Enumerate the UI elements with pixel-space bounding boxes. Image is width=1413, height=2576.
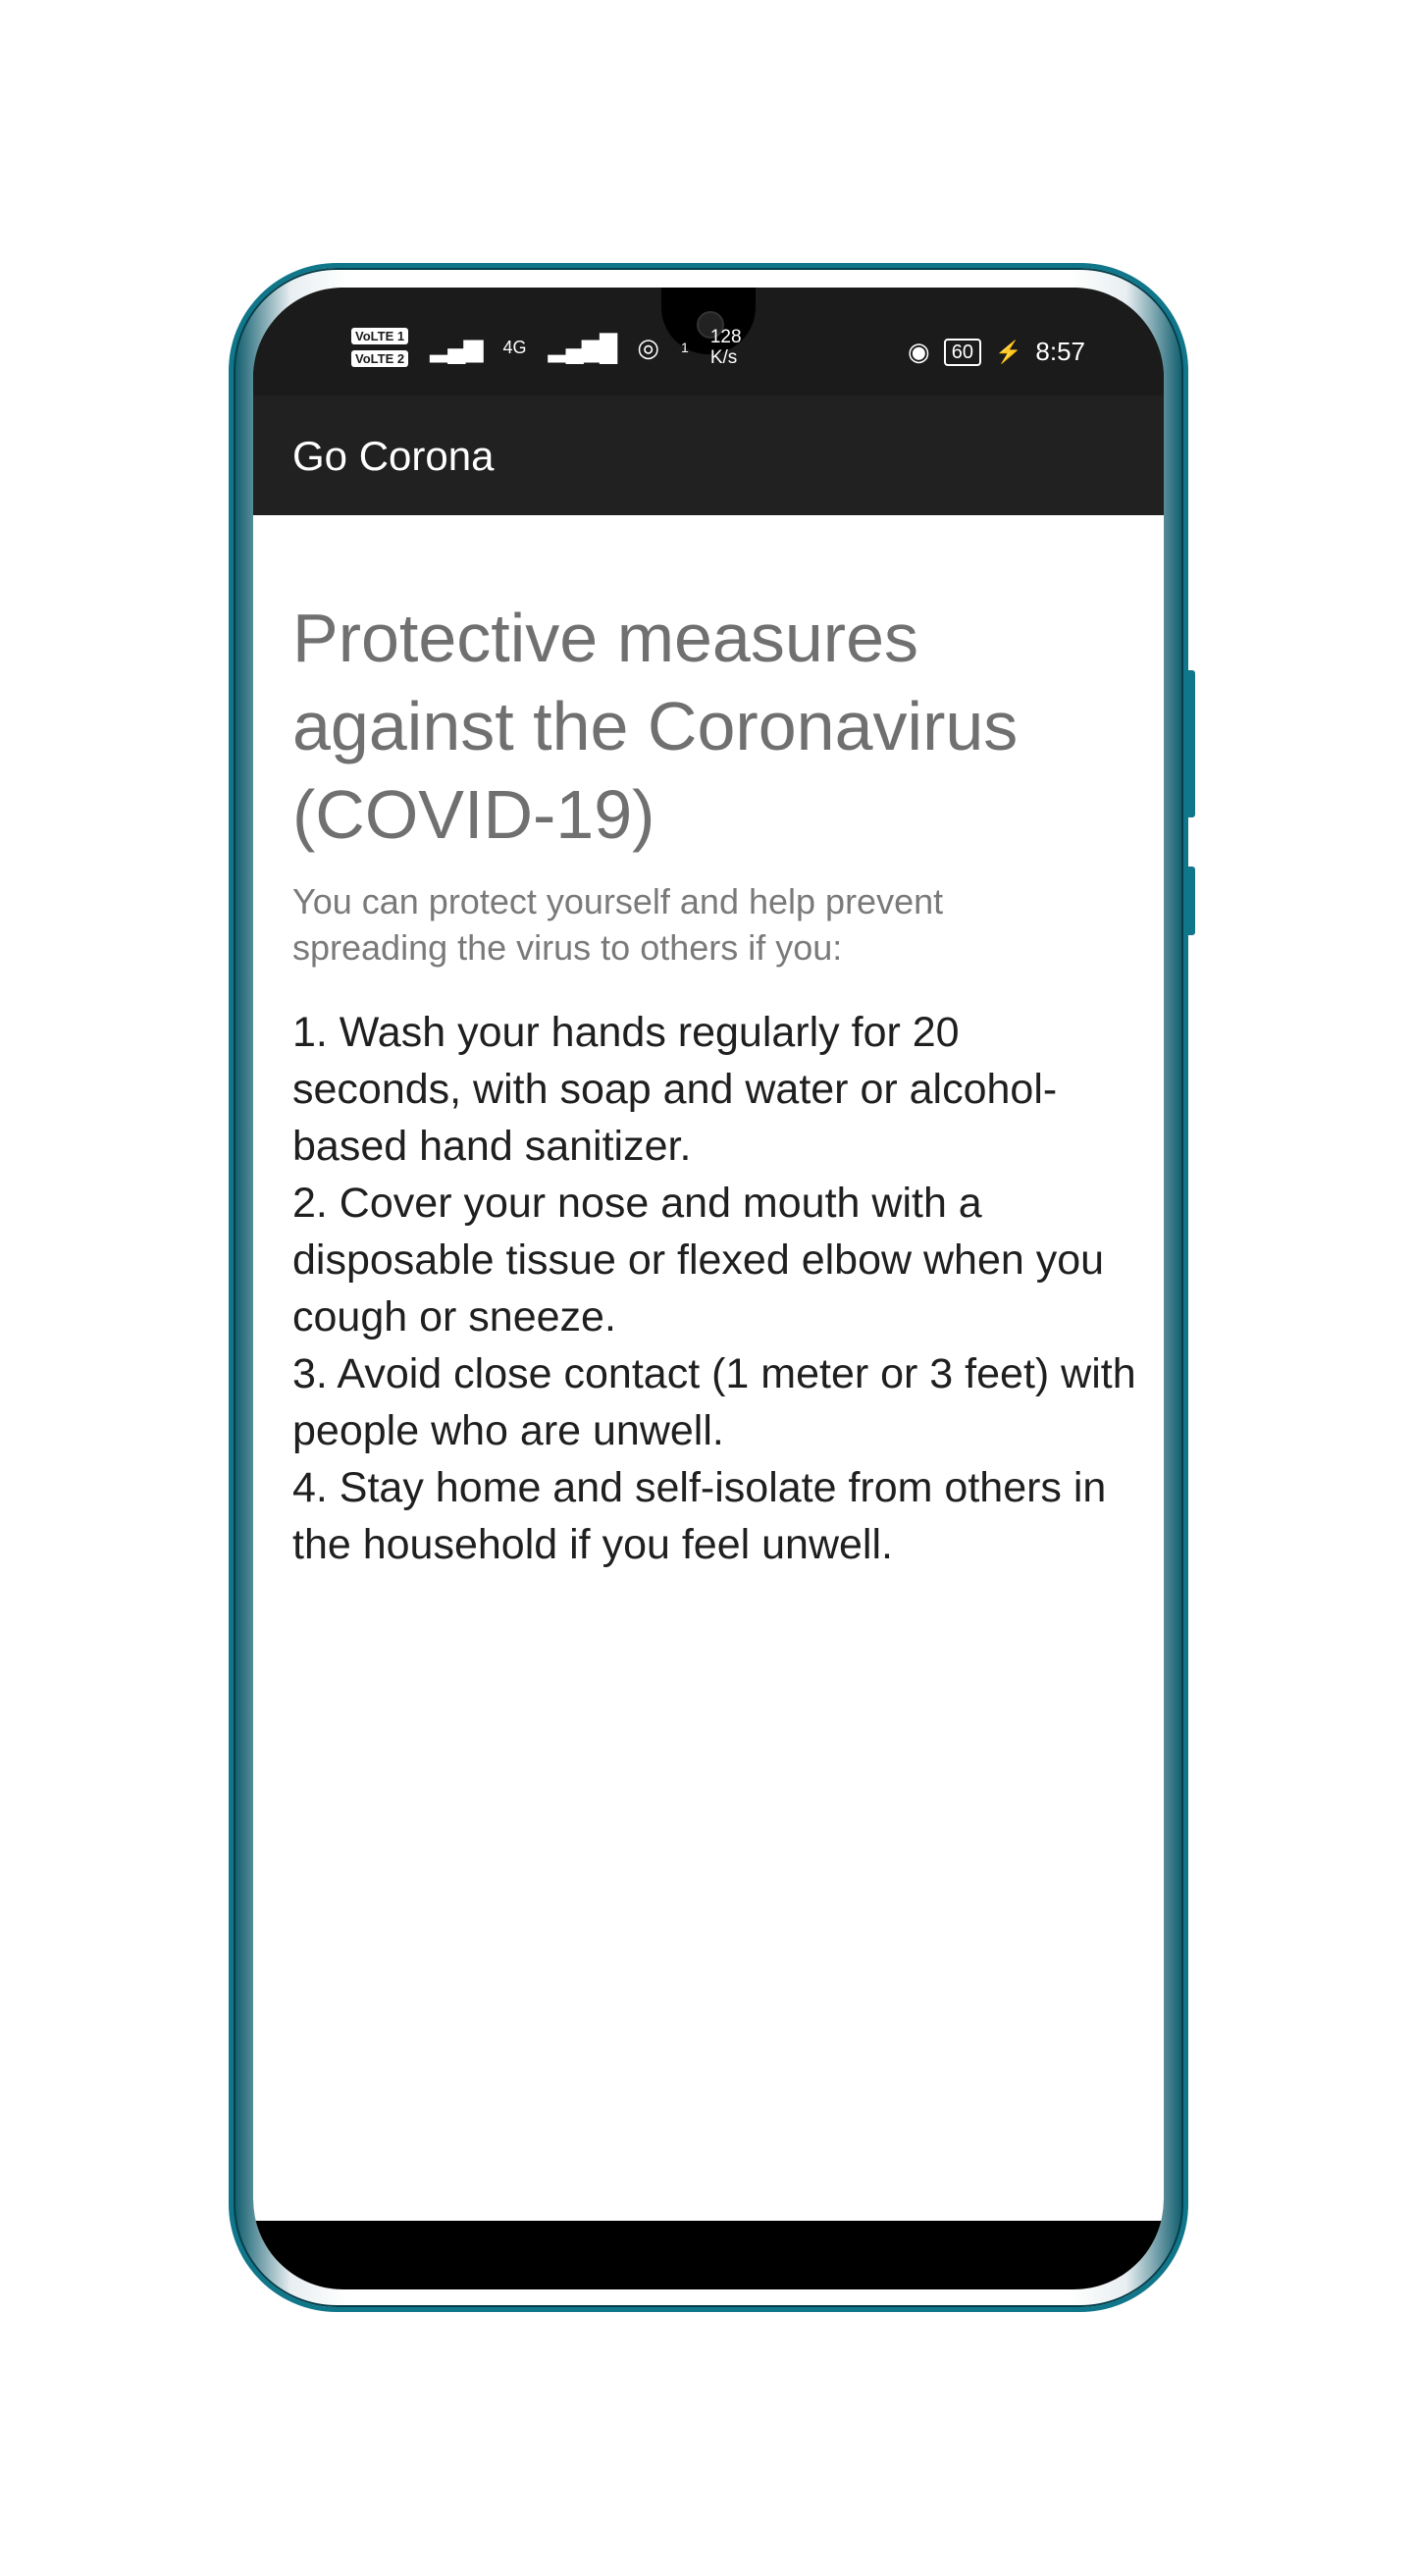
clock: 8:57	[1035, 337, 1085, 366]
data-speed-unit: K/s	[709, 347, 738, 368]
volte-badges: VoLTE 1 VoLTE 2	[351, 328, 409, 367]
bottom-bezel	[253, 2221, 1164, 2289]
network-type: 4G	[502, 337, 527, 357]
data-speed: 128 K/s	[710, 327, 742, 368]
hotspot-count: 1	[681, 340, 689, 355]
page-heading: Protective measures against the Coronavi…	[292, 600, 1019, 853]
app-title: Go Corona	[292, 433, 495, 479]
data-speed-value: 128	[709, 327, 742, 347]
status-bar: VoLTE 1 VoLTE 2 ▂▄▆ 4G ▂▄▆█ ◎ 1 128 K/s …	[253, 288, 1164, 395]
signal-icon: ▂▄▆█	[548, 332, 618, 362]
power-button	[1185, 867, 1195, 935]
charging-icon: ⚡	[994, 339, 1022, 364]
protective-measures-list: 1. Wash your hands regularly for 20 seco…	[292, 1009, 1136, 1568]
page-subtitle: You can protect yourself and help preven…	[292, 881, 944, 968]
volte-1-badge: VoLTE 1	[351, 328, 409, 344]
status-right: ◉ 60 ⚡ 8:57	[908, 337, 1085, 367]
hotspot-icon: ◎	[637, 332, 660, 362]
app-bar: Go Corona	[253, 395, 1164, 515]
phone-screen: VoLTE 1 VoLTE 2 ▂▄▆ 4G ▂▄▆█ ◎ 1 128 K/s …	[253, 288, 1164, 2289]
volume-button	[1185, 670, 1195, 817]
status-left: VoLTE 1 VoLTE 2 ▂▄▆ 4G ▂▄▆█ ◎ 1 128 K/s	[351, 327, 742, 368]
main-content[interactable]: Protective measures against the Coronavi…	[253, 515, 1164, 2289]
battery-icon: 60	[943, 338, 981, 366]
eye-comfort-icon: ◉	[908, 337, 930, 366]
volte-2-badge: VoLTE 2	[351, 350, 409, 367]
phone-frame: VoLTE 1 VoLTE 2 ▂▄▆ 4G ▂▄▆█ ◎ 1 128 K/s …	[229, 263, 1195, 2312]
signal-icon: ▂▄▆	[430, 332, 483, 362]
